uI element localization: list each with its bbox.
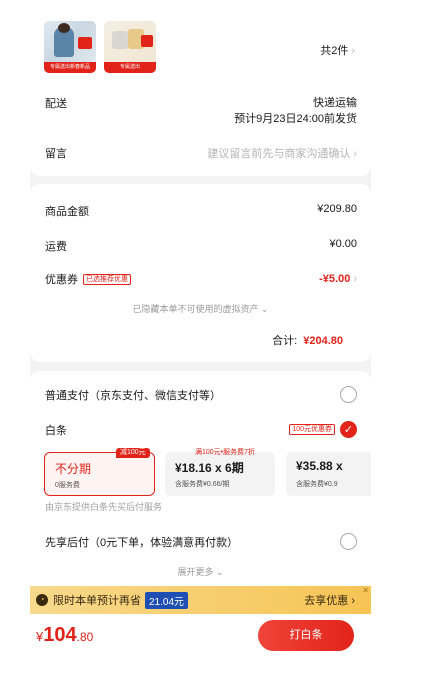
plan-sub: 含服务费¥0.66/期 (175, 481, 230, 488)
plan-6-periods[interactable]: ¥18.16 x 6期 含服务费¥0.66/期 (165, 452, 275, 496)
baitiao-label: 白条 (45, 424, 67, 437)
hidden-assets-toggle[interactable]: 已隐藏本单不可使用的虚拟资产 ⌄ (30, 302, 371, 315)
goods-amount-label: 商品金额 (45, 206, 89, 218)
shipping-method: 快递运输 (313, 97, 357, 109)
product-count[interactable]: 共2件 › (320, 42, 355, 58)
chevron-right-icon: › (351, 595, 355, 607)
plan-title: 不分期 (55, 462, 92, 476)
footer-price: ¥104.80 (36, 624, 94, 646)
baitiao-coupon-tag: 100元优惠券 (289, 424, 335, 435)
pay-baitiao-button[interactable]: 打白条 (258, 620, 354, 651)
chevron-right-icon: › (351, 45, 355, 57)
coupon-row[interactable]: 优惠券 已选推荐优惠 -¥5.00 › (45, 271, 357, 287)
clock-icon: ◔ (36, 594, 48, 606)
normal-pay-radio[interactable] (340, 386, 357, 403)
baitiao-provider-note: 由京东提供白条先买后付服务 (45, 502, 163, 512)
freight-row: 运费 ¥0.00 (45, 238, 357, 254)
normal-pay-label: 普通支付（京东支付、微信支付等） (45, 389, 221, 402)
shipping-eta: 预计9月23日24:00前发货 (234, 113, 357, 125)
price-summary-card: 商品金额 ¥209.80 运费 ¥0.00 优惠券 已选推荐优惠 -¥5.00 ›… (30, 184, 371, 362)
total-label: 合计: (272, 335, 298, 347)
remark-label: 留言 (45, 148, 67, 160)
thumb-caption: 专属送出 (104, 62, 156, 73)
chevron-right-icon: › (353, 273, 357, 285)
plan-title: ¥18.16 x 6期 (175, 461, 244, 475)
freight-label: 运费 (45, 241, 67, 253)
chevron-down-icon: ⌄ (260, 304, 269, 314)
goods-amount-value: ¥209.80 (317, 203, 357, 215)
thumb-caption: 专属送出新春新品 (44, 62, 96, 73)
goods-amount-row: 商品金额 ¥209.80 (45, 203, 357, 219)
plan-sub: 含服务费¥0.9 (296, 481, 338, 488)
plan-no-installment[interactable]: 不分期 0服务费 (44, 452, 155, 496)
promo-amount: 21.04元 (145, 591, 189, 609)
plan-badge: 满100元•服务费7折 (195, 449, 256, 456)
plan-12-periods[interactable]: ¥35.88 x 含服务费¥0.9 (286, 452, 371, 496)
remark-placeholder: 建议留言前先与商家沟通确认 (207, 148, 351, 160)
shipping-label: 配送 (45, 98, 67, 110)
shipping-row[interactable]: 配送 快递运输 预计9月23日24:00前发货 (45, 95, 357, 127)
expand-more-label: 展开更多 (177, 567, 214, 577)
promo-banner[interactable]: ◔ 限时本单预计再省 21.04元 去享优惠 › ✕ (30, 586, 371, 614)
baitiao-radio-checked[interactable]: ✓ (340, 421, 357, 438)
baitiao-option[interactable]: 白条 100元优惠券 ✓ (45, 421, 357, 438)
pay-later-radio[interactable] (340, 533, 357, 550)
pay-later-label: 先享后付（0元下单，体验满意再付款） (45, 536, 239, 549)
remark-row[interactable]: 留言 建议留言前先与商家沟通确认 › (45, 145, 357, 161)
checkout-screen: 专属送出新春新品 专属送出 共2件 › 配送 快递运输 预计9月23日24:00前… (30, 0, 371, 674)
order-info-card: 专属送出新春新品 专属送出 共2件 › 配送 快递运输 预计9月23日24:00前… (30, 0, 371, 176)
total-row: 合计: ¥204.80 (272, 332, 343, 348)
promo-action[interactable]: 去享优惠 › (304, 592, 355, 608)
chevron-right-icon: › (353, 148, 357, 160)
normal-pay-option[interactable]: 普通支付（京东支付、微信支付等） (45, 386, 357, 403)
hidden-assets-note: 已隐藏本单不可使用的虚拟资产 (132, 304, 259, 314)
plan-sub: 0服务费 (55, 482, 80, 489)
close-icon[interactable]: ✕ (362, 586, 369, 595)
coupon-label: 优惠券 (45, 274, 78, 286)
plan-badge: 减100元 (116, 448, 150, 458)
chevron-down-icon: ⌄ (215, 567, 224, 577)
pay-later-option[interactable]: 先享后付（0元下单，体验满意再付款） (45, 533, 357, 550)
total-value: ¥204.80 (303, 335, 343, 347)
expand-more-toggle[interactable]: 展开更多 ⌄ (30, 565, 371, 578)
product-thumb-1[interactable]: 专属送出新春新品 (44, 21, 96, 73)
checkout-footer: ¥104.80 打白条 (30, 614, 371, 674)
product-thumb-2[interactable]: 专属送出 (104, 21, 156, 73)
plan-title: ¥35.88 x (296, 459, 343, 473)
coupon-value: -¥5.00 (319, 273, 351, 285)
freight-value: ¥0.00 (329, 238, 357, 250)
coupon-tag: 已选推荐优惠 (83, 273, 131, 285)
promo-text: 限时本单预计再省 (53, 595, 141, 607)
